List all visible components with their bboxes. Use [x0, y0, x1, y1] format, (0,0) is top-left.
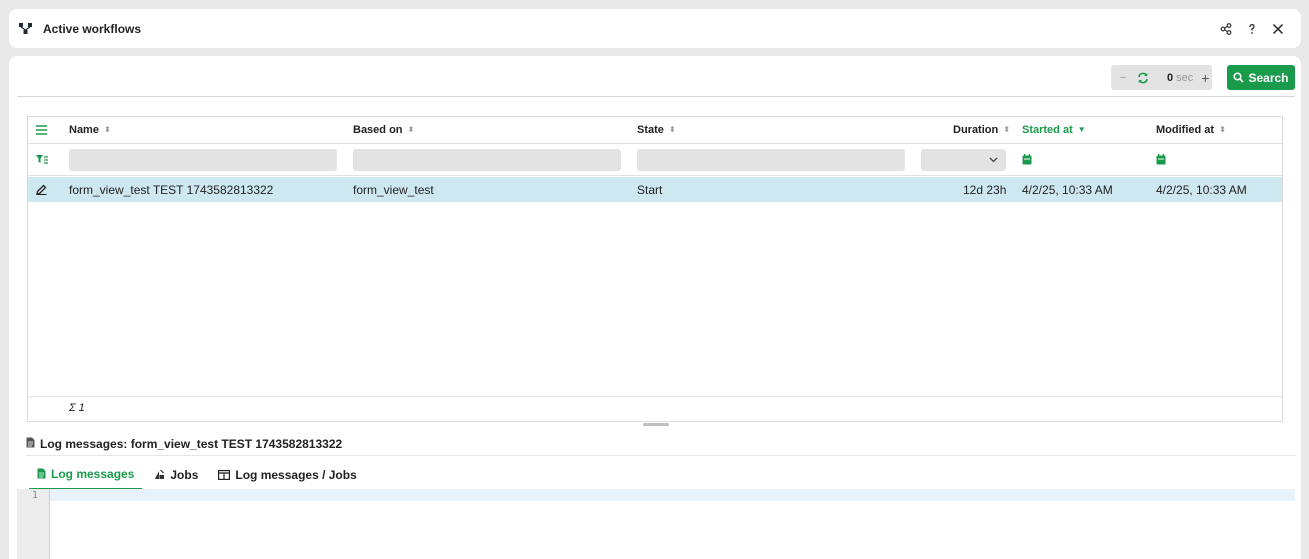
table-header: Name ⬍ Based on ⬍ State ⬍ Duration ⬍ Started…	[28, 117, 1282, 144]
interval-value[interactable]: 0	[1167, 72, 1173, 84]
toolbar: − 0 sec + Search	[17, 56, 1295, 97]
chevron-down-icon	[989, 157, 998, 162]
name-filter-input[interactable]	[69, 148, 337, 171]
duration-filter-select[interactable]	[921, 148, 1006, 171]
log-tabs: Log messages Jobs Log messages / Jobs	[29, 459, 369, 490]
table-row[interactable]: form_view_test TEST 1743582813322 form_v…	[28, 177, 1282, 202]
search-icon	[1233, 72, 1245, 83]
column-header-name[interactable]: Name ⬍	[69, 117, 111, 143]
page-title: Active workflows	[43, 21, 142, 36]
modified-at-calendar-icon[interactable]	[1156, 144, 1166, 175]
document-icon	[37, 468, 46, 479]
split-view-icon	[218, 469, 231, 480]
filter-row	[28, 144, 1282, 176]
search-button[interactable]: Search	[1227, 65, 1295, 90]
resize-handle[interactable]	[643, 423, 669, 426]
filter-icon[interactable]	[36, 144, 48, 175]
jobs-icon	[155, 469, 165, 479]
window-header: Active workflows	[9, 9, 1301, 48]
current-line-highlight	[50, 489, 1295, 501]
line-number-gutter: 1	[17, 489, 50, 559]
interval-unit: sec	[1176, 71, 1194, 84]
started-at-calendar-icon[interactable]	[1022, 144, 1032, 175]
refresh-icon[interactable]	[1134, 72, 1152, 84]
tab-log-messages-jobs[interactable]: Log messages / Jobs	[210, 459, 364, 490]
main-panel: − 0 sec + Search Name ⬍ Based on ⬍ State ⬍ …	[9, 56, 1301, 559]
decrease-interval-button[interactable]: −	[1114, 72, 1132, 84]
column-chooser-icon[interactable]	[36, 117, 47, 143]
edit-icon[interactable]	[36, 177, 47, 202]
state-filter-input[interactable]	[637, 148, 905, 171]
table-footer-divider	[28, 396, 1282, 397]
cell-modified-at: 4/2/25, 10:33 AM	[1156, 182, 1247, 197]
column-header-state[interactable]: State ⬍	[637, 117, 676, 143]
log-editor[interactable]: 1	[17, 489, 1295, 559]
tab-log-messages[interactable]: Log messages	[29, 459, 143, 490]
close-icon[interactable]	[1265, 16, 1291, 42]
line-number: 1	[31, 490, 38, 501]
workflow-icon	[19, 22, 33, 36]
cell-started-at: 4/2/25, 10:33 AM	[1022, 182, 1113, 197]
log-panel-title: Log messages: form_view_test TEST 174358…	[26, 432, 1296, 456]
tab-jobs[interactable]: Jobs	[146, 459, 206, 490]
search-button-label: Search	[1248, 70, 1289, 85]
cell-name: form_view_test TEST 1743582813322	[69, 182, 274, 197]
help-icon[interactable]	[1239, 16, 1265, 42]
column-header-duration[interactable]: Duration ⬍	[953, 117, 1010, 143]
document-icon	[26, 437, 35, 451]
share-icon[interactable]	[1213, 16, 1239, 42]
workflows-table: Name ⬍ Based on ⬍ State ⬍ Duration ⬍ Started…	[27, 116, 1283, 422]
column-header-based-on[interactable]: Based on ⬍	[353, 117, 414, 143]
cell-duration: 12d 23h	[963, 182, 1007, 197]
log-title-text: Log messages: form_view_test TEST 174358…	[40, 436, 343, 451]
increase-interval-button[interactable]: +	[1201, 70, 1209, 86]
refresh-interval-control: − 0 sec +	[1111, 65, 1212, 90]
column-header-modified-at[interactable]: Modified at ⬍	[1156, 117, 1226, 143]
based-on-filter-input[interactable]	[353, 148, 621, 171]
column-header-started-at[interactable]: Started at ▼	[1022, 117, 1086, 143]
row-count-sum: Σ 1	[69, 402, 85, 414]
cell-state: Start	[637, 182, 663, 197]
cell-based-on: form_view_test	[353, 182, 434, 197]
